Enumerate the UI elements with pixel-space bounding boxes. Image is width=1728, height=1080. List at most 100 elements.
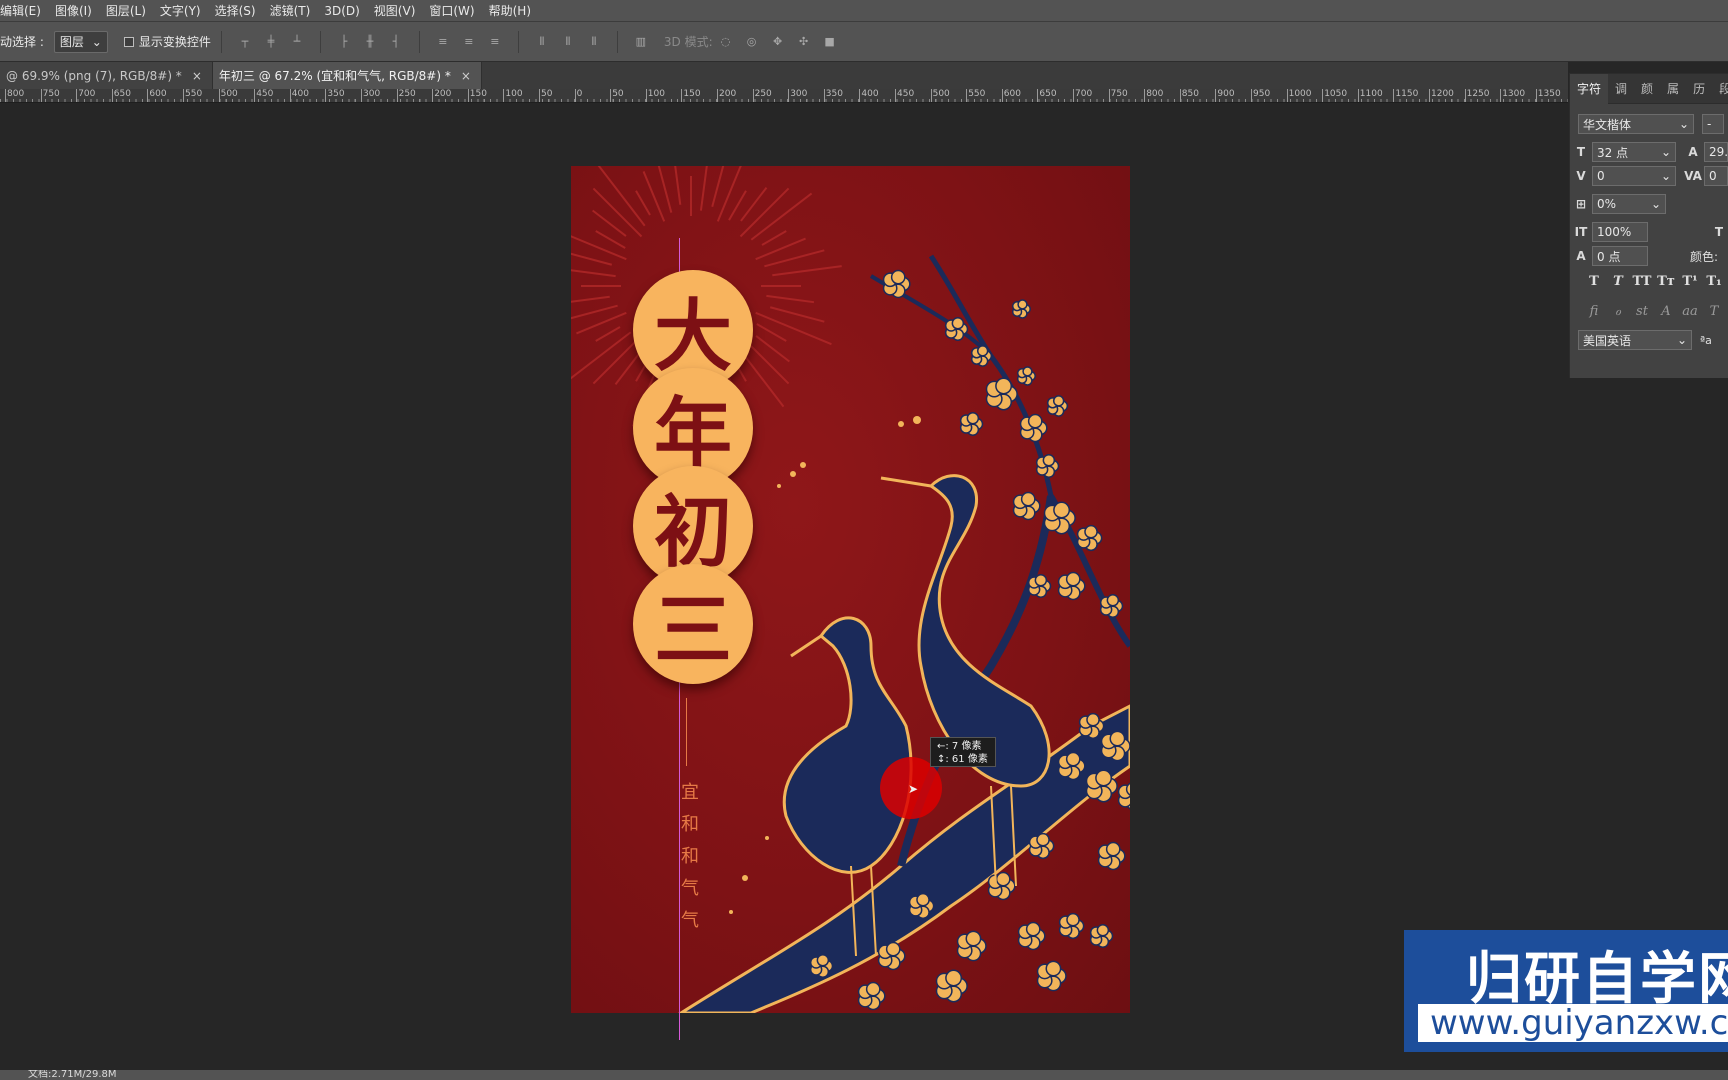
sunburst-ray — [766, 294, 815, 304]
sunburst-ray — [595, 326, 621, 342]
menu-image[interactable]: 图像(I) — [48, 2, 99, 19]
align-bottom-icon[interactable]: ┴ — [289, 34, 305, 50]
menu-filter[interactable]: 滤镜(T) — [263, 2, 318, 19]
ruler-major-tick — [111, 89, 113, 102]
menu-layer[interactable]: 图层(L) — [99, 2, 153, 19]
font-size-field[interactable]: 32 点 ⌄ — [1592, 142, 1676, 162]
ruler-label: 400 — [861, 89, 879, 99]
sunburst-ray — [571, 252, 613, 266]
horizontal-scale-icon: T — [1714, 225, 1724, 239]
blossom-petal — [916, 892, 930, 907]
drag-3d-icon[interactable]: ✥ — [770, 34, 786, 50]
distribute-bottom-icon[interactable]: ≡ — [487, 34, 503, 50]
menu-edit[interactable]: 编辑(E) — [0, 2, 48, 19]
menu-3d[interactable]: 3D(D) — [317, 4, 366, 18]
close-icon[interactable]: × — [461, 69, 471, 83]
align-left-icon[interactable]: ├ — [336, 34, 352, 50]
ruler-label: 650 — [1039, 89, 1057, 99]
scale-3d-icon[interactable]: ■ — [822, 34, 838, 50]
baseline-row: A 0 点 颜色: — [1570, 246, 1718, 266]
blossom-petal — [965, 930, 982, 947]
chevron-down-icon: ⌄ — [1678, 117, 1689, 131]
ruler-major-tick — [1286, 89, 1288, 102]
close-icon[interactable]: × — [192, 69, 202, 83]
subtitle-text: 宜 和 和 气 气 — [679, 778, 701, 932]
baseline-shift-icon: A — [1576, 249, 1586, 263]
tsume-field[interactable]: 0% ⌄ — [1592, 194, 1666, 214]
blossom-petal — [885, 941, 901, 957]
alt-ligatures-button[interactable]: ℴ — [1606, 304, 1630, 319]
leading-field[interactable]: 29. — [1704, 142, 1728, 162]
tooltip-line: ←: 7 像素 — [937, 741, 982, 752]
divider — [220, 30, 222, 53]
stylistic-alt-button[interactable]: aa — [1678, 304, 1702, 319]
align-right-icon[interactable]: ┤ — [388, 34, 404, 50]
ruler-major-tick — [681, 89, 683, 102]
blossom-petal — [816, 954, 830, 967]
tab-character[interactable]: 字符 — [1570, 73, 1609, 104]
panel-tabs: 字符 调 颜 属 历 段 — [1570, 73, 1728, 104]
menu-help[interactable]: 帮助(H) — [482, 2, 538, 19]
distribute-vcenter-icon[interactable]: ≡ — [461, 34, 477, 50]
discretionary-button[interactable]: st — [1630, 304, 1654, 319]
divider — [418, 30, 420, 53]
tab-color[interactable]: 颜 — [1634, 80, 1660, 97]
ruler-major-tick — [76, 89, 78, 102]
distribute-hcenter-icon[interactable]: ⫴ — [560, 34, 576, 50]
vertical-scale-field[interactable]: 100% — [1592, 222, 1648, 242]
tab-paragraph[interactable]: 段 — [1712, 80, 1728, 97]
align-top-icon[interactable]: ┬ — [237, 34, 253, 50]
small-caps-button[interactable]: Tт — [1654, 274, 1678, 289]
ruler-major-tick — [218, 89, 220, 102]
roll-3d-icon[interactable]: ◎ — [744, 34, 760, 50]
faux-italic-button[interactable]: T — [1606, 274, 1630, 289]
menu-view[interactable]: 视图(V) — [367, 2, 423, 19]
distribute-top-icon[interactable]: ≡ — [435, 34, 451, 50]
baseline-shift-field[interactable]: 0 点 — [1592, 246, 1648, 266]
ruler-label: 1350 — [1537, 89, 1561, 99]
kerning-field[interactable]: 0 ⌄ — [1592, 166, 1676, 186]
tab-properties[interactable]: 属 — [1660, 80, 1686, 97]
tab-nianchusan[interactable]: 年初三 @ 67.2% (宜和和气气, RGB/8#) * × — [212, 62, 482, 89]
checkbox-box[interactable] — [123, 36, 134, 47]
menu-type[interactable]: 文字(Y) — [153, 2, 208, 19]
ruler-major-tick — [1393, 89, 1395, 102]
opentype-buttons: fi ℴ st A aa T — [1582, 304, 1726, 319]
sunburst-ray — [595, 230, 626, 249]
titling-button[interactable]: T — [1702, 304, 1726, 319]
ligatures-button[interactable]: fi — [1582, 304, 1606, 319]
chevron-down-icon: ⌄ — [1676, 333, 1687, 347]
distribute-right-icon[interactable]: ⫴ — [586, 34, 602, 50]
font-style-select[interactable]: - — [1702, 114, 1724, 134]
language-select[interactable]: 美国英语 ⌄ — [1578, 330, 1692, 350]
sunburst-ray — [642, 171, 666, 222]
ruler-major-tick — [539, 89, 540, 102]
ruler-major-tick — [966, 89, 968, 102]
slide-3d-icon[interactable]: ✣ — [796, 34, 812, 50]
layer-select[interactable]: 图层 ⌄ — [53, 30, 108, 53]
align-vcenter-icon[interactable]: ╪ — [263, 34, 279, 50]
all-caps-button[interactable]: TT — [1630, 274, 1654, 289]
tab-png7[interactable]: @ 69.9% (png (7), RGB/8#) * × — [0, 62, 213, 89]
ruler-label: 500 — [932, 89, 950, 99]
rotate-3d-icon[interactable]: ◌ — [718, 34, 734, 50]
superscript-button[interactable]: T¹ — [1678, 274, 1702, 289]
align-hcenter-icon[interactable]: ╫ — [362, 34, 378, 50]
auto-align-icon[interactable]: ▥ — [633, 34, 649, 50]
tab-history[interactable]: 历 — [1686, 80, 1712, 97]
show-transform-checkbox[interactable]: 显示变换控件 — [123, 33, 211, 50]
baseline-shift-value: 0 点 — [1597, 249, 1621, 264]
subscript-button[interactable]: T₁ — [1702, 274, 1726, 289]
ruler-label: 50 — [541, 89, 553, 99]
language-row: 美国英语 ⌄ ªa — [1578, 330, 1712, 350]
horizontal-ruler[interactable]: 800 750 700 650 600 550 500 450 400 350 300 250 200 1… — [0, 89, 1568, 103]
menu-select[interactable]: 选择(S) — [208, 2, 263, 19]
menu-window[interactable]: 窗口(W) — [422, 2, 481, 19]
tracking-field[interactable]: 0 — [1704, 166, 1728, 186]
font-family-select[interactable]: 华文楷体 ⌄ — [1578, 114, 1694, 134]
tab-adjust[interactable]: 调 — [1608, 80, 1634, 97]
distribute-left-icon[interactable]: ⫴ — [534, 34, 550, 50]
faux-bold-button[interactable]: T — [1582, 274, 1606, 289]
document-tabs: @ 69.9% (png (7), RGB/8#) * × 年初三 @ 67.2… — [0, 62, 1568, 89]
swash-button[interactable]: A — [1654, 304, 1678, 319]
